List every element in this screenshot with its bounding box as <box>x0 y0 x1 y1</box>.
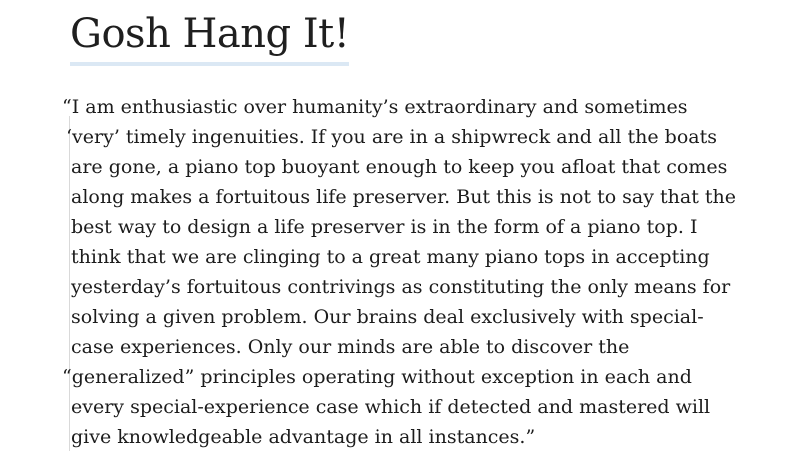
quote-line: are gone, a piano top buoyant enough to … <box>71 156 728 178</box>
quote-line: best way to design a life preserver is i… <box>71 216 698 238</box>
title-container: Gosh Hang It! <box>70 8 350 66</box>
quote-line: solving a given problem. Our brains deal… <box>71 306 704 328</box>
quote-block: “I am enthusiastic over humanity’s extra… <box>0 92 785 452</box>
quote-line: “I am enthusiastic over humanity’s extra… <box>62 96 688 118</box>
quote-line: “generalized” principles operating witho… <box>62 366 692 388</box>
page-title: Gosh Hang It! <box>70 8 350 66</box>
quote-line: think that we are clinging to a great ma… <box>71 246 710 268</box>
quote-line: case experiences. Only our minds are abl… <box>71 336 630 358</box>
quote-line: yesterday’s fortuitous contrivings as co… <box>71 276 731 298</box>
quote-line: give knowledgeable advantage in all inst… <box>71 426 536 448</box>
quote-line: ‘very’ timely ingenuities. If you are in… <box>66 126 718 148</box>
quote-line: every special-experience case which if d… <box>71 396 711 418</box>
quote-line: along makes a fortuitous life preserver.… <box>71 186 737 208</box>
